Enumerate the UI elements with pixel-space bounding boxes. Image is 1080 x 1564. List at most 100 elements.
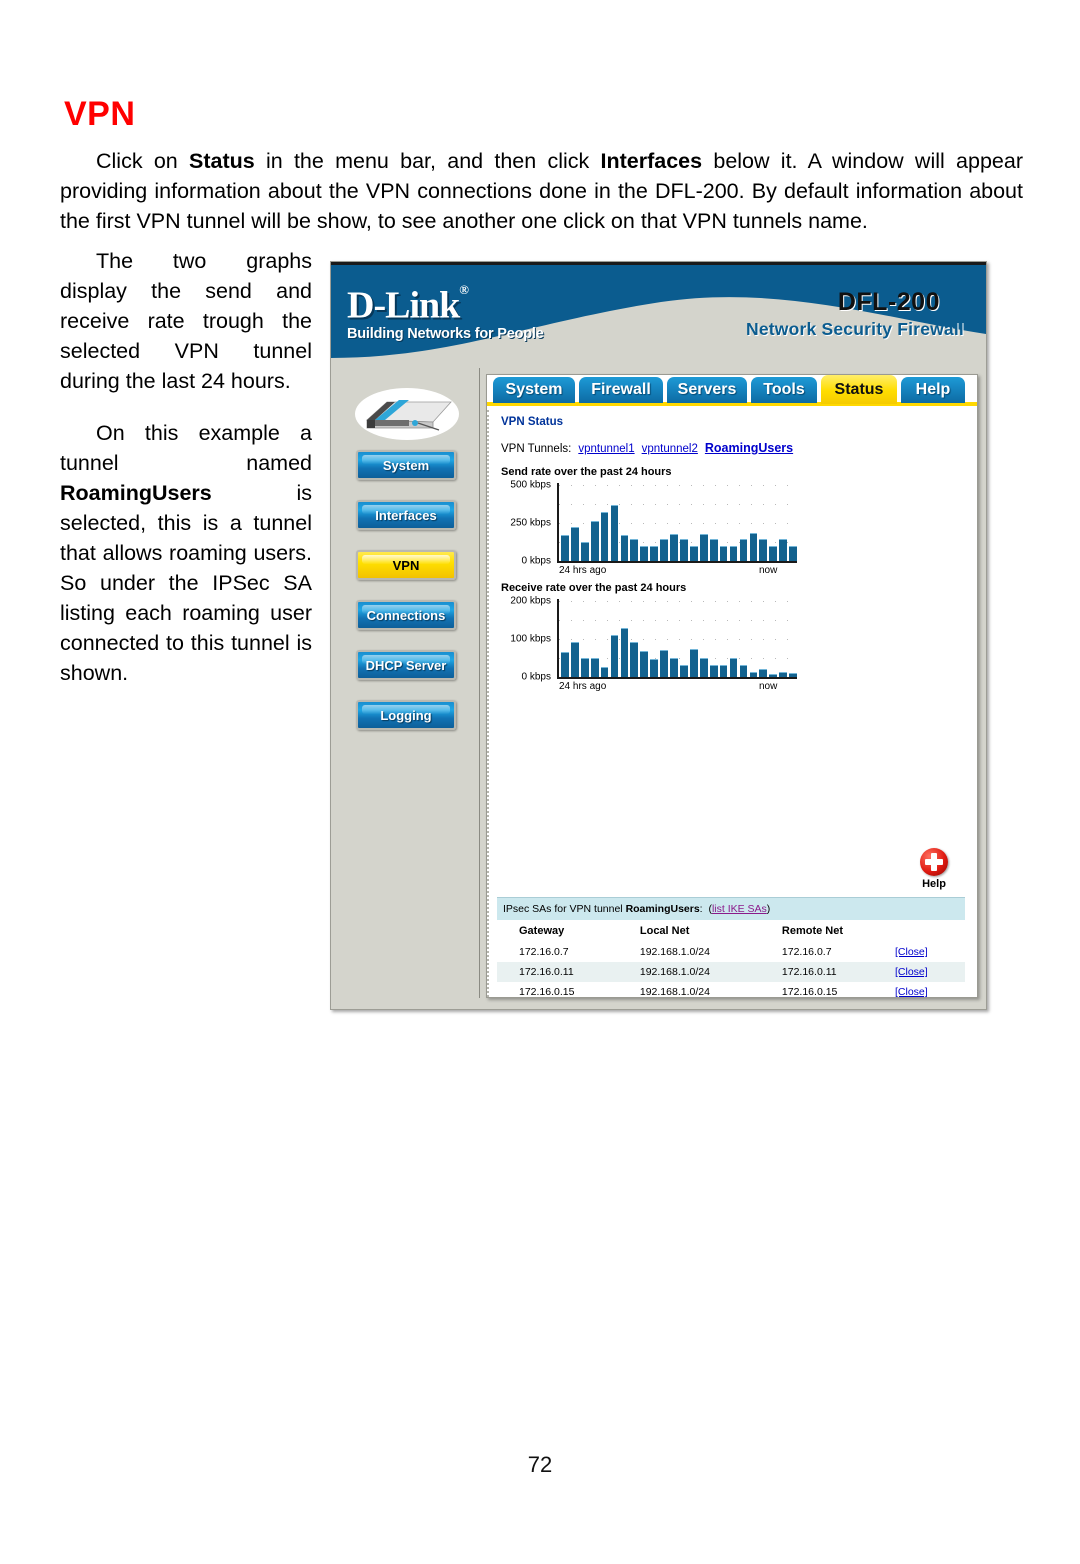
chart-bar xyxy=(590,521,599,561)
vpn-status-heading: VPN Status xyxy=(501,416,563,428)
cell-local-net: 192.168.1.0/24 xyxy=(617,982,760,997)
left-text-c: is selected, this is a tunnel that allow… xyxy=(60,481,312,685)
cell-gateway: 172.16.0.15 xyxy=(497,982,618,997)
receive-rate-chart-title: Receive rate over the past 24 hours xyxy=(501,582,687,594)
receive-rate-chart: Receive rate over the past 24 hours 200 … xyxy=(501,582,801,692)
sa-caption-tunnel: RoamingUsers xyxy=(625,903,700,915)
chart-bar xyxy=(699,533,708,561)
help-button[interactable]: Help xyxy=(907,848,961,890)
ipsec-sa-table: Gateway Local Net Remote Net 172.16.0.7 … xyxy=(497,920,965,997)
chart-bar xyxy=(600,666,609,677)
chart-bar xyxy=(749,671,758,677)
tab-tools[interactable]: Tools xyxy=(751,377,817,403)
table-row: 172.16.0.15 192.168.1.0/24 172.16.0.15 [… xyxy=(497,982,965,997)
chart-bar xyxy=(650,658,659,677)
tunnel-link-vpntunnel2[interactable]: vpntunnel2 xyxy=(642,443,698,455)
sidebar-item-logging[interactable]: Logging xyxy=(356,700,456,730)
page-number: 72 xyxy=(527,1452,553,1477)
sidebar-item-system[interactable]: System xyxy=(356,450,456,480)
receive-rate-y-axis: 200 kbps 100 kbps 0 kbps xyxy=(501,596,555,691)
chart-bar xyxy=(580,541,589,561)
receive-rate-ytick-100: 100 kbps xyxy=(510,633,551,645)
left-column-text: The two graphs display the send and rece… xyxy=(60,246,312,688)
tab-system[interactable]: System xyxy=(493,377,575,403)
receive-rate-plot xyxy=(557,599,797,679)
tab-help[interactable]: Help xyxy=(901,377,965,403)
chart-bar xyxy=(580,657,589,677)
chart-bar xyxy=(590,657,599,677)
ipsec-sa-caption: IPsec SAs for VPN tunnel RoamingUsers: (… xyxy=(497,897,965,920)
chart-bar xyxy=(689,649,698,677)
close-sa-link[interactable]: [Close] xyxy=(895,946,928,958)
send-rate-ytick-0: 0 kbps xyxy=(521,555,551,567)
left-text-a: On this example a tunnel named xyxy=(60,421,312,475)
column-header-gateway: Gateway xyxy=(497,920,618,942)
tunnel-link-vpntunnel1[interactable]: vpntunnel1 xyxy=(578,443,634,455)
device-ui-screenshot: D-Link® Building Networks for People DFL… xyxy=(330,261,987,1010)
sidebar-item-label: Interfaces xyxy=(375,507,437,523)
sidebar-item-connections[interactable]: Connections xyxy=(356,600,456,630)
chart-bar xyxy=(640,546,649,561)
router-device-icon xyxy=(355,388,459,440)
cell-local-net: 192.168.1.0/24 xyxy=(617,942,760,962)
help-plus-icon xyxy=(920,848,948,876)
chart-bar xyxy=(789,546,797,561)
chart-bar xyxy=(650,546,659,561)
sidebar-item-vpn[interactable]: VPN xyxy=(356,550,456,580)
vpn-tunnels-row: VPN Tunnels: vpntunnel1 vpntunnel2 RoamingU… xyxy=(501,441,793,455)
chart-bar xyxy=(759,539,768,561)
send-rate-bars xyxy=(561,483,797,561)
cell-remote-net: 172.16.0.15 xyxy=(759,982,889,997)
close-sa-link[interactable]: [Close] xyxy=(895,986,928,997)
cell-gateway: 172.16.0.7 xyxy=(497,942,618,962)
model-name: DFL-200 xyxy=(837,288,940,316)
receive-rate-plot-area: 200 kbps 100 kbps 0 kbps 24 hrs ago now xyxy=(501,596,801,692)
tab-status[interactable]: Status xyxy=(821,375,897,404)
chart-bar xyxy=(620,534,629,561)
chart-bar xyxy=(660,539,668,561)
chart-bar xyxy=(570,526,579,561)
sidebar-item-dhcp-server[interactable]: DHCP Server xyxy=(356,650,456,680)
send-rate-ytick-250: 250 kbps xyxy=(510,517,551,529)
chart-bar xyxy=(680,539,688,561)
send-rate-xtick-end: now xyxy=(759,565,778,576)
help-label: Help xyxy=(922,878,946,890)
tab-servers[interactable]: Servers xyxy=(667,377,747,403)
intro-paragraph: Click on Status in the menu bar, and the… xyxy=(60,146,1023,236)
chart-bar xyxy=(739,539,748,561)
content-panel: System Firewall Servers Tools Status Hel… xyxy=(486,374,978,998)
sidebar: System Interfaces VPN Connections DHCP S… xyxy=(335,368,480,998)
chart-bar xyxy=(689,546,698,561)
chart-bar xyxy=(779,671,788,677)
chart-bar xyxy=(779,539,788,561)
brand-banner: D-Link® Building Networks for People DFL… xyxy=(331,262,986,365)
list-ike-sas-link[interactable]: list IKE SAs xyxy=(712,903,767,915)
send-rate-chart: Send rate over the past 24 hours 500 kbp… xyxy=(501,466,801,576)
receive-rate-ytick-0: 0 kbps xyxy=(521,671,551,683)
sidebar-item-interfaces[interactable]: Interfaces xyxy=(356,500,456,530)
sidebar-item-label: Connections xyxy=(366,607,446,623)
sa-caption-colon: : xyxy=(699,903,703,915)
table-header-row: Gateway Local Net Remote Net xyxy=(497,920,965,942)
chart-bar xyxy=(729,657,738,677)
send-rate-plot-area: 500 kbps 250 kbps 0 kbps 24 hrs ago now xyxy=(501,480,801,576)
close-sa-link[interactable]: [Close] xyxy=(895,966,928,978)
tunnel-link-roamingusers[interactable]: RoamingUsers xyxy=(705,441,793,455)
cell-gateway: 172.16.0.11 xyxy=(497,962,618,982)
chart-bar xyxy=(561,534,569,561)
chart-bar xyxy=(789,672,797,677)
receive-rate-bars xyxy=(561,599,797,677)
sidebar-item-label: VPN xyxy=(392,557,420,573)
intro-text-1: Click on xyxy=(96,149,189,173)
tab-firewall[interactable]: Firewall xyxy=(579,377,663,403)
chart-bar xyxy=(620,628,629,677)
chart-bar xyxy=(709,664,718,677)
intro-text-2: in the menu bar, and then click xyxy=(254,149,601,173)
send-rate-y-axis: 500 kbps 250 kbps 0 kbps xyxy=(501,480,555,575)
receive-rate-xtick-start: 24 hrs ago xyxy=(559,681,607,692)
chart-bar xyxy=(670,657,678,677)
intro-bold-status: Status xyxy=(189,149,255,173)
table-row: 172.16.0.11 192.168.1.0/24 172.16.0.11 [… xyxy=(497,962,965,982)
sidebar-item-label: System xyxy=(382,457,430,473)
send-rate-plot xyxy=(557,483,797,563)
